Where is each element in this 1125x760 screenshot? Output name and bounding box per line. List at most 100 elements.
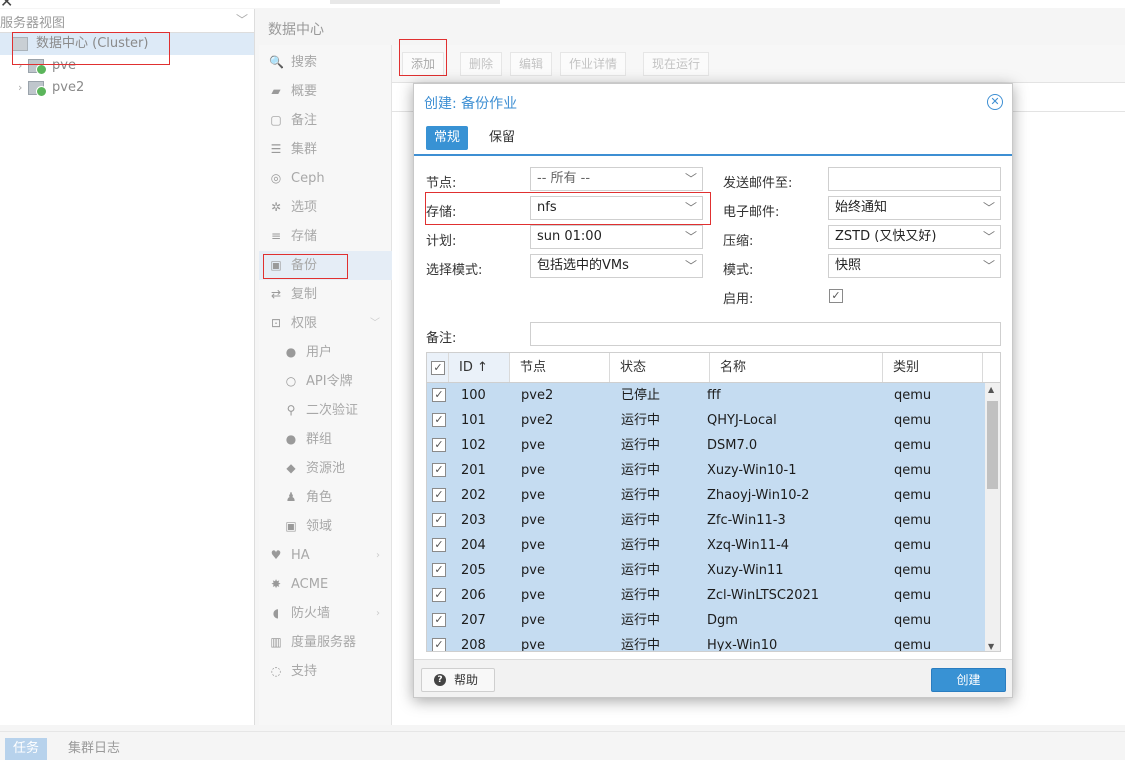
- node-select[interactable]: -- 所有 -- ﹀: [530, 167, 703, 191]
- row-checkbox[interactable]: ✓: [432, 538, 446, 552]
- table-row[interactable]: ✓ 203 pve 运行中 Zfc-Win11-3 qemu: [427, 508, 985, 533]
- nav-item[interactable]: 🔍 搜索: [259, 48, 392, 77]
- row-checkbox[interactable]: ✓: [432, 613, 446, 627]
- nav-item[interactable]: ✸ ACME: [259, 570, 392, 599]
- storage-select[interactable]: nfs ﹀: [530, 196, 703, 220]
- row-checkbox[interactable]: ✓: [432, 388, 446, 402]
- table-row[interactable]: ✓ 204 pve 运行中 Xzq-Win11-4 qemu: [427, 533, 985, 558]
- run-now-button[interactable]: 现在运行: [643, 52, 710, 76]
- page-title: 数据中心: [259, 9, 1125, 45]
- scrollbar-thumb[interactable]: [987, 401, 998, 489]
- view-selector[interactable]: 服务器视图 ﹀: [0, 9, 254, 33]
- mode-select[interactable]: 快照 ﹀: [828, 254, 1001, 278]
- nav-item[interactable]: ⚲ 二次验证: [259, 396, 392, 425]
- nav-item[interactable]: ▢ 备注: [259, 106, 392, 135]
- nav-item[interactable]: ◆ 资源池: [259, 454, 392, 483]
- nav-item[interactable]: ✲ 选项: [259, 193, 392, 222]
- close-icon[interactable]: ✕: [987, 94, 1003, 110]
- tab-general[interactable]: 常规: [426, 126, 469, 150]
- job-detail-button[interactable]: 作业详情: [560, 52, 627, 76]
- help-button[interactable]: ? 帮助: [421, 668, 495, 692]
- tree-item-datacenter[interactable]: 数据中心 (Cluster): [0, 33, 254, 55]
- nav-item[interactable]: ▣ 领域: [259, 512, 392, 541]
- email-notify-select[interactable]: 始终通知 ﹀: [828, 196, 1001, 220]
- column-header-status[interactable]: 状态: [610, 353, 710, 382]
- cell-status: 已停止: [621, 388, 661, 403]
- nav-item[interactable]: ▰ 概要: [259, 77, 392, 106]
- column-header-id[interactable]: ID ↑: [449, 353, 510, 382]
- create-backup-job-dialog: 创建: 备份作业 ✕ 常规 保留 节点: -- 所有 -- ﹀ 存储: nfs …: [413, 83, 1013, 698]
- add-button[interactable]: 添加: [402, 52, 445, 76]
- nav-item[interactable]: ● 用户: [259, 338, 392, 367]
- row-checkbox[interactable]: ✓: [432, 638, 446, 651]
- chevron-down-icon[interactable]: ﹀: [236, 11, 248, 28]
- schedule-select[interactable]: sun 01:00 ﹀: [530, 225, 703, 249]
- nav-item[interactable]: ○ API令牌: [259, 367, 392, 396]
- row-checkbox[interactable]: ✓: [432, 413, 446, 427]
- table-row[interactable]: ✓ 208 pve 运行中 Hyx-Win10 qemu: [427, 633, 985, 651]
- chevron-down-icon[interactable]: ﹀: [983, 255, 995, 277]
- top-tab-strip: [330, 0, 500, 4]
- scroll-up-icon[interactable]: ▲: [988, 385, 994, 394]
- nav-item[interactable]: ♟ 角色: [259, 483, 392, 512]
- nav-item[interactable]: ♥ HA ›: [259, 541, 392, 570]
- tab-tasks[interactable]: 任务: [5, 738, 48, 760]
- cell-type: qemu: [894, 513, 932, 528]
- expand-arrow-icon[interactable]: ›: [376, 599, 380, 628]
- nav-item[interactable]: ☰ 集群: [259, 135, 392, 164]
- delete-button[interactable]: 删除: [460, 52, 503, 76]
- nav-item[interactable]: ◎ Ceph: [259, 164, 392, 193]
- nav-item[interactable]: ● 群组: [259, 425, 392, 454]
- expand-arrow-icon[interactable]: ›: [376, 541, 380, 570]
- expand-arrow-icon[interactable]: ›: [18, 55, 22, 77]
- table-row[interactable]: ✓ 102 pve 运行中 DSM7.0 qemu: [427, 433, 985, 458]
- nav-item[interactable]: ≡ 存储: [259, 222, 392, 251]
- chevron-down-icon[interactable]: ﹀: [685, 197, 697, 219]
- row-checkbox[interactable]: ✓: [432, 488, 446, 502]
- table-row[interactable]: ✓ 202 pve 运行中 Zhaoyj-Win10-2 qemu: [427, 483, 985, 508]
- nav-item[interactable]: ⇄ 复制: [259, 280, 392, 309]
- grid-scrollbar[interactable]: ▲ ▼: [985, 383, 1000, 651]
- table-row[interactable]: ✓ 205 pve 运行中 Xuzy-Win11 qemu: [427, 558, 985, 583]
- nav-item[interactable]: ◖ 防火墙 ›: [259, 599, 392, 628]
- comment-input[interactable]: [530, 322, 1001, 346]
- table-row[interactable]: ✓ 100 pve2 已停止 fff qemu: [427, 383, 985, 408]
- row-checkbox[interactable]: ✓: [432, 563, 446, 577]
- tree-item-node[interactable]: › pve2: [0, 77, 254, 99]
- column-header-name[interactable]: 名称: [710, 353, 883, 382]
- tab-cluster-log[interactable]: 集群日志: [60, 738, 128, 760]
- nav-item[interactable]: ⊡ 权限 ﹀: [259, 309, 392, 338]
- scroll-down-icon[interactable]: ▼: [988, 642, 994, 651]
- mailto-input[interactable]: [828, 167, 1001, 191]
- table-row[interactable]: ✓ 207 pve 运行中 Dgm qemu: [427, 608, 985, 633]
- row-checkbox[interactable]: ✓: [432, 588, 446, 602]
- select-all-checkbox[interactable]: ✓: [431, 361, 445, 375]
- table-row[interactable]: ✓ 201 pve 运行中 Xuzy-Win10-1 qemu: [427, 458, 985, 483]
- chevron-down-icon[interactable]: ﹀: [983, 197, 995, 219]
- edit-button[interactable]: 编辑: [510, 52, 553, 76]
- nav-item[interactable]: ◌ 支持: [259, 657, 392, 686]
- compression-select[interactable]: ZSTD (又快又好) ﹀: [828, 225, 1001, 249]
- expand-arrow-icon[interactable]: ›: [18, 77, 22, 99]
- tree-item-node[interactable]: › pve: [0, 55, 254, 77]
- chevron-down-icon[interactable]: ﹀: [685, 226, 697, 248]
- expand-arrow-icon[interactable]: ﹀: [370, 309, 380, 338]
- nav-item[interactable]: ▥ 度量服务器: [259, 628, 392, 657]
- column-header-type[interactable]: 类别: [883, 353, 983, 382]
- create-button[interactable]: 创建: [931, 668, 1006, 692]
- row-checkbox[interactable]: ✓: [432, 438, 446, 452]
- chevron-down-icon[interactable]: ﹀: [983, 226, 995, 248]
- row-checkbox[interactable]: ✓: [432, 463, 446, 477]
- nav-item-label: HA: [291, 548, 310, 563]
- selection-mode-select[interactable]: 包括选中的VMs ﹀: [530, 254, 703, 278]
- nav-item[interactable]: ▣ 备份: [259, 251, 392, 280]
- table-row[interactable]: ✓ 101 pve2 运行中 QHYJ-Local qemu: [427, 408, 985, 433]
- row-checkbox[interactable]: ✓: [432, 513, 446, 527]
- column-header-node[interactable]: 节点: [510, 353, 610, 382]
- comments-icon: ◌: [270, 664, 282, 678]
- tab-retention[interactable]: 保留: [481, 126, 523, 150]
- enable-checkbox[interactable]: ✓: [829, 289, 843, 303]
- chevron-down-icon[interactable]: ﹀: [685, 168, 697, 190]
- table-row[interactable]: ✓ 206 pve 运行中 Zcl-WinLTSC2021 qemu: [427, 583, 985, 608]
- chevron-down-icon[interactable]: ﹀: [685, 255, 697, 277]
